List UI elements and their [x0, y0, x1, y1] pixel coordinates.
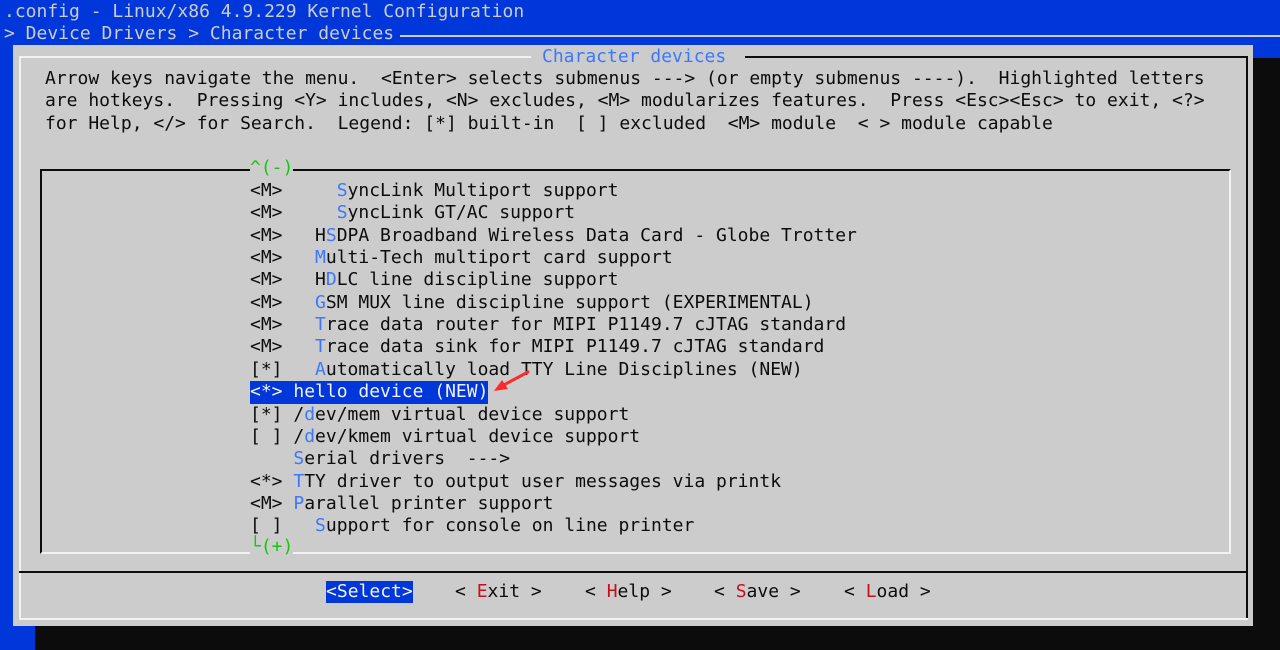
menu-item-hotkey: h: [293, 381, 305, 403]
menu-item[interactable]: Serial drivers --->: [250, 448, 510, 470]
menu-item-hotkey: G: [315, 291, 326, 313]
menu-item-label: race data router for MIPI P1149.7 cJTAG …: [325, 314, 847, 336]
menu-item-prefix: <M>: [250, 202, 337, 224]
help-text-line-1: Arrow keys navigate the menu. <Enter> se…: [45, 68, 1205, 89]
button-separator: [19, 571, 1248, 573]
menu-item-prefix: <M> H: [250, 269, 326, 291]
menu-item[interactable]: <M> Parallel printer support: [250, 493, 553, 515]
dialog-border-bottom: [19, 618, 1248, 620]
config-dialog: Character devices Arrow keys navigate th…: [13, 45, 1253, 626]
dialog-border-top-left: [19, 56, 531, 58]
menu-item-label: SM MUX line discipline support (EXPERIME…: [325, 291, 814, 313]
menu-item-hotkey: S: [336, 180, 348, 201]
menu-item[interactable]: <M> SyncLink GT/AC support: [250, 202, 575, 224]
menu-item-hotkey: T: [315, 314, 326, 336]
annotation-arrow-icon: [494, 370, 530, 391]
menu-item[interactable]: <M> Trace data sink for MIPI P1149.7 cJT…: [250, 336, 824, 358]
menu-item-label: ev/kmem virtual device support: [315, 425, 641, 447]
menu-item-prefix: [ ]: [250, 515, 316, 537]
menu-item-hotkey: T: [315, 336, 326, 358]
load-button[interactable]: < Load >: [844, 581, 931, 603]
menu-item[interactable]: <*> TTY driver to output user messages v…: [250, 471, 781, 493]
dialog-title: Character devices: [540, 46, 729, 69]
menu-item-prefix: <M>: [250, 314, 316, 336]
scroll-up-indicator[interactable]: ^(-): [250, 157, 294, 180]
menu-item[interactable]: [ ] /dev/kmem virtual device support: [250, 426, 640, 448]
menu-item-label: yncLink GT/AC support: [347, 202, 576, 224]
menu-item[interactable]: <M> Trace data router for MIPI P1149.7 c…: [250, 314, 846, 336]
menu-item-hotkey: P: [293, 492, 305, 514]
menu-item-label: ello device (NEW): [304, 381, 489, 403]
dialog-shadow-right: [1253, 58, 1280, 650]
menu-item-prefix: [ ] /: [250, 425, 305, 447]
menu-item-hotkey: d: [304, 425, 316, 447]
menu-item[interactable]: <M> GSM MUX line discipline support (EXP…: [250, 292, 814, 314]
menu-item-prefix: <M>: [250, 492, 294, 514]
menu-item-prefix: <*>: [250, 381, 294, 403]
menu-item-label: upport for console on line printer: [325, 515, 695, 537]
dialog-border-top-right: [745, 56, 1248, 58]
menu-item-prefix: <M>: [250, 180, 337, 201]
menu-item[interactable]: [ ] Support for console on line printer: [250, 515, 694, 537]
menu-item-prefix: [*] /: [250, 403, 305, 425]
menu-item-prefix: <M> H: [250, 224, 326, 246]
menu-item-hotkey: T: [293, 470, 305, 492]
window-title: .config - Linux/x86 4.9.229 Kernel Confi…: [4, 1, 525, 22]
menu-item-label: DPA Broadband Wireless Data Card - Globe…: [336, 224, 857, 246]
help-text-line-3: for Help, </> for Search. Legend: [*] bu…: [45, 113, 1053, 134]
save-button[interactable]: < Save >: [714, 581, 801, 603]
dialog-shadow-bottom: [35, 626, 1280, 650]
menu-item-label: race data sink for MIPI P1149.7 cJTAG st…: [325, 336, 825, 358]
dialog-border-left: [19, 56, 21, 620]
menu-item-hotkey: d: [304, 403, 316, 425]
exit-button[interactable]: < Exit >: [455, 581, 542, 603]
menu-item-hotkey: S: [293, 448, 305, 470]
menu-item[interactable]: <*> hello device (NEW): [250, 381, 489, 404]
breadcrumb-rule: [400, 35, 1280, 37]
scroll-down-indicator[interactable]: └(+): [250, 536, 294, 559]
menu-item[interactable]: [*] /dev/mem virtual device support: [250, 404, 629, 426]
menu-item[interactable]: <M> HDLC line discipline support: [250, 269, 618, 291]
menu-item-label: arallel printer support: [304, 492, 554, 514]
menu-item-prefix: <M>: [250, 247, 316, 269]
menu-item-prefix: [250, 448, 293, 469]
menu-item-label: ev/mem virtual device support: [315, 403, 630, 425]
menu-item[interactable]: <M> Multi-Tech multiport card support: [250, 247, 673, 269]
menu-item-label: utomatically load TTY Line Disciplines (…: [325, 358, 803, 380]
menu-item-hotkey: A: [315, 358, 326, 380]
menu-item-label: ulti-Tech multiport card support: [325, 247, 673, 269]
menu-item-prefix: [*]: [250, 358, 316, 380]
menu-item-prefix: <M>: [250, 291, 316, 313]
menu-item-hotkey: D: [325, 269, 337, 291]
menu-item-hotkey: M: [315, 247, 326, 269]
menu-item[interactable]: <M> HSDPA Broadband Wireless Data Card -…: [250, 225, 857, 247]
select-button[interactable]: <Select>: [326, 581, 413, 604]
menu-item-hotkey: S: [315, 515, 326, 537]
breadcrumb: > Device Drivers > Character devices: [4, 23, 395, 44]
help-button[interactable]: < Help >: [585, 581, 672, 603]
menu-item[interactable]: <M> SyncLink Multiport support: [250, 180, 618, 202]
dialog-border-right: [1246, 56, 1248, 620]
menu-item-label: TY driver to output user messages via pr…: [304, 470, 782, 492]
menu-item-label: LC line discipline support: [336, 269, 619, 291]
menu-item-hotkey: S: [336, 202, 348, 224]
help-text-line-2: are hotkeys. Pressing <Y> includes, <N> …: [45, 90, 1205, 111]
menu-item-prefix: <M>: [250, 336, 316, 358]
menu-item-label: erial drivers --->: [304, 448, 511, 470]
menu-item-prefix: <*>: [250, 470, 294, 492]
menu-item-label: yncLink Multiport support: [347, 180, 619, 201]
menu-item-hotkey: S: [325, 224, 337, 246]
